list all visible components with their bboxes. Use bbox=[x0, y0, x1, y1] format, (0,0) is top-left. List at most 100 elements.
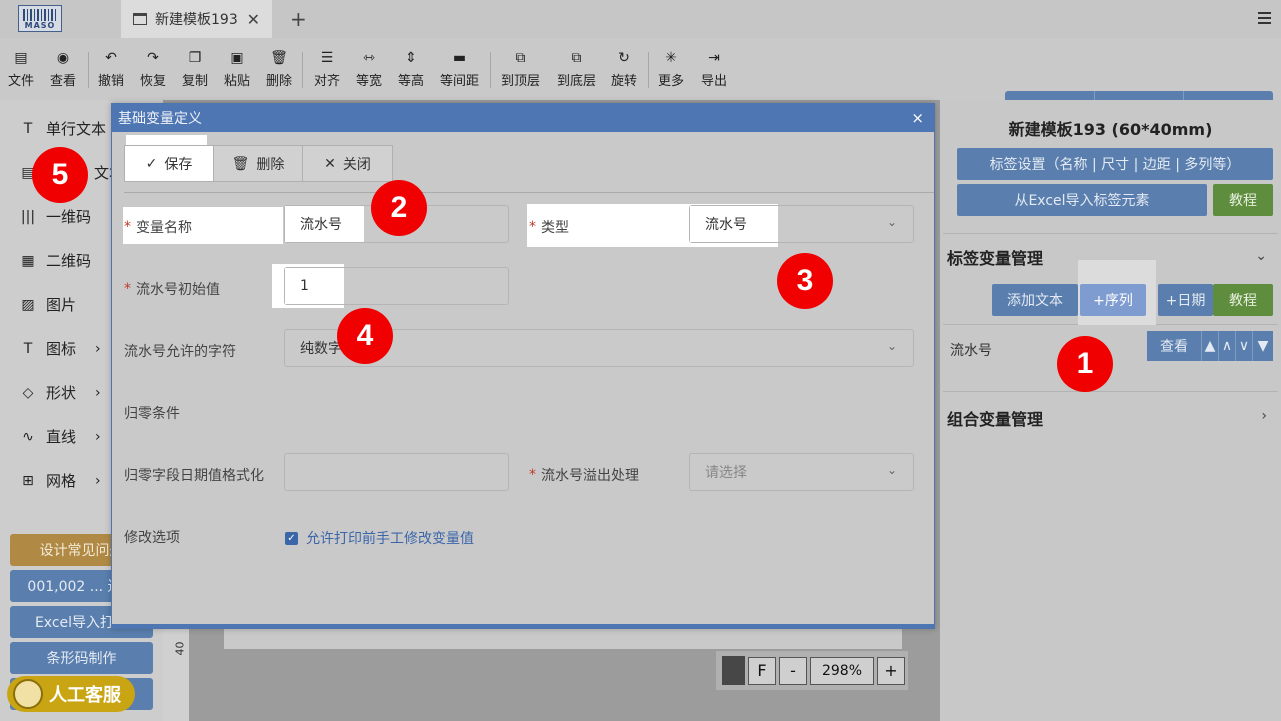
excel-import-button[interactable]: 从Excel导入标签元素 bbox=[957, 184, 1207, 216]
toolbar-delete[interactable]: 🗑 删除 bbox=[266, 50, 292, 89]
reset-condition-label: 归零条件 bbox=[124, 406, 180, 422]
dialog-close-button[interactable]: ✕ 关闭 bbox=[303, 146, 392, 181]
checkbox-checked-icon: ✓ bbox=[285, 531, 298, 545]
init-value-input[interactable]: 1 bbox=[284, 267, 509, 305]
tab-close-icon[interactable]: ✕ bbox=[247, 10, 260, 29]
toolbar-file[interactable]: ▤ 文件 bbox=[8, 50, 34, 89]
toolbar-redo[interactable]: ↷ 恢复 bbox=[140, 50, 166, 89]
toolbar-equal-width[interactable]: ⇿ 等宽 bbox=[356, 50, 382, 89]
type-select[interactable]: 流水号 ⌄ bbox=[689, 205, 914, 243]
add-text-button[interactable]: 添加文本 bbox=[992, 284, 1078, 316]
dialog-save-button[interactable]: ✓ 保存 bbox=[125, 146, 214, 181]
toolbar-more[interactable]: ✳ 更多 bbox=[658, 50, 684, 89]
chevron-right-icon: › bbox=[95, 384, 101, 401]
element-single-line-text[interactable]: T 单行文本 bbox=[20, 118, 106, 139]
move-down-icon[interactable]: ∨ bbox=[1236, 331, 1253, 361]
toolbar-undo[interactable]: ↶ 撤销 bbox=[98, 50, 124, 89]
tutorial-button[interactable]: 教程 bbox=[1213, 184, 1273, 216]
move-top-icon[interactable]: ▲ bbox=[1202, 331, 1219, 361]
color-swatch[interactable] bbox=[722, 656, 745, 685]
chevron-down-icon: ⌄ bbox=[886, 215, 897, 229]
element-shape[interactable]: ◇ 形状 › bbox=[20, 382, 101, 403]
tutorial-button-2[interactable]: 教程 bbox=[1213, 284, 1273, 316]
zoom-in-button[interactable]: + bbox=[877, 656, 905, 685]
divider bbox=[943, 391, 1278, 392]
more-icon: ✳ bbox=[665, 50, 677, 66]
dialog-close-icon[interactable]: × bbox=[911, 109, 924, 127]
label-settings-button[interactable]: 标签设置（名称 | 尺寸 | 边距 | 多列等） bbox=[957, 148, 1273, 180]
date-format-label: 归零字段日期值格式化 bbox=[124, 468, 264, 484]
check-icon: ✓ bbox=[145, 155, 158, 172]
chevron-right-icon[interactable]: › bbox=[1261, 408, 1267, 424]
step-badge-4: 4 bbox=[337, 308, 393, 364]
element-qrcode[interactable]: ▦ 二维码 bbox=[20, 250, 91, 271]
allow-modify-checkbox[interactable]: ✓ 允许打印前手工修改变量值 bbox=[285, 528, 474, 548]
dialog-footer-bar bbox=[112, 624, 934, 628]
toolbar-divider bbox=[490, 52, 491, 88]
group-variable-section[interactable]: 组合变量管理 bbox=[947, 406, 1043, 430]
toolbar: ▤ 文件 ◉ 查看 ↶ 撤销 ↷ 恢复 ❐ 复制 ▣ 粘贴 🗑 删除 ☰ 对齐 ⇿ 等宽 ⇕ 等高 … bbox=[0, 38, 1281, 129]
overflow-select[interactable]: 请选择 ⌄ bbox=[689, 453, 914, 491]
var-name-label: * 变量名称 bbox=[124, 219, 192, 236]
trash-icon: 🗑 bbox=[270, 50, 288, 66]
element-grid[interactable]: ⊞ 网格 › bbox=[20, 470, 100, 491]
variable-item-name[interactable]: 流水号 bbox=[950, 340, 992, 360]
hamburger-menu-icon[interactable] bbox=[1258, 12, 1271, 24]
date-format-input[interactable] bbox=[284, 453, 509, 491]
chevron-down-icon: ⌄ bbox=[886, 463, 897, 477]
image-icon: ▨ bbox=[21, 296, 35, 313]
element-line[interactable]: ∿ 直线 › bbox=[20, 426, 100, 447]
equal-width-icon: ⇿ bbox=[363, 50, 375, 66]
rotate-icon: ↻ bbox=[618, 50, 630, 66]
toolbar-paste[interactable]: ▣ 粘贴 bbox=[224, 50, 250, 89]
text-icon: T bbox=[23, 120, 33, 137]
file-icon: ▤ bbox=[14, 50, 28, 66]
fit-button[interactable]: F bbox=[748, 656, 776, 685]
move-bottom-icon[interactable]: ▼ bbox=[1253, 331, 1273, 361]
qrcode-icon: ▦ bbox=[21, 252, 35, 269]
tab-title: 新建模板193 bbox=[155, 12, 238, 28]
toolbar-equal-spacing[interactable]: ▬ 等间距 bbox=[440, 50, 479, 89]
barcode-make-button[interactable]: 条形码制作 bbox=[10, 642, 153, 674]
step-badge-5: 5 bbox=[32, 147, 88, 203]
label-variable-section[interactable]: 标签变量管理 bbox=[947, 245, 1043, 269]
new-tab-button[interactable]: + bbox=[290, 7, 307, 31]
init-value-label: * 流水号初始值 bbox=[124, 281, 220, 298]
toolbar-export[interactable]: ⇥ 导出 bbox=[701, 50, 727, 89]
element-image[interactable]: ▨ 图片 bbox=[20, 294, 76, 315]
customer-service-button[interactable]: 人工客服 bbox=[7, 676, 135, 712]
toolbar-copy[interactable]: ❐ 复制 bbox=[182, 50, 208, 89]
zoom-out-button[interactable]: - bbox=[779, 656, 807, 685]
copy-icon: ❐ bbox=[188, 50, 202, 66]
toolbar-send-back[interactable]: ⧉ 到底层 bbox=[557, 50, 596, 89]
element-barcode[interactable]: ||| 一维码 bbox=[20, 206, 91, 227]
step-badge-3: 3 bbox=[777, 253, 833, 309]
redo-icon: ↷ bbox=[147, 50, 159, 66]
label-paper[interactable] bbox=[224, 627, 902, 649]
add-date-button[interactable]: +日期 bbox=[1158, 284, 1213, 316]
dialog-delete-button[interactable]: 🗑 删除 bbox=[214, 146, 303, 181]
toolbar-align[interactable]: ☰ 对齐 bbox=[314, 50, 340, 89]
element-icon[interactable]: T 图标 › bbox=[20, 338, 101, 359]
toolbar-rotate[interactable]: ↻ 旋转 bbox=[611, 50, 637, 89]
eye-icon: ◉ bbox=[56, 50, 70, 66]
toolbar-equal-height[interactable]: ⇕ 等高 bbox=[398, 50, 424, 89]
toolbar-bring-front[interactable]: ⧉ 到顶层 bbox=[501, 50, 540, 89]
variable-definition-dialog: 基础变量定义 × ✓ 保存 🗑 删除 ✕ 关闭 * 变量名称 流水号 * 类型 流水号 ⌄… bbox=[111, 103, 935, 629]
chevron-down-icon[interactable]: ⌄ bbox=[1255, 248, 1267, 264]
toolbar-view[interactable]: ◉ 查看 bbox=[50, 50, 76, 89]
tab-template[interactable]: 新建模板193 ✕ bbox=[121, 0, 272, 38]
view-variable-button[interactable]: 查看 bbox=[1147, 331, 1202, 361]
modify-options-label: 修改选项 bbox=[124, 530, 180, 546]
chevron-right-icon: › bbox=[95, 472, 101, 489]
export-icon: ⇥ bbox=[708, 50, 720, 66]
tab-bar: MASO 新建模板193 ✕ + bbox=[0, 0, 1281, 38]
vertical-ruler: 40 bbox=[163, 620, 189, 721]
paste-icon: ▣ bbox=[230, 50, 244, 66]
add-sequence-button[interactable]: +序列 bbox=[1080, 284, 1146, 316]
zoom-level: 298% bbox=[810, 656, 874, 685]
type-label: * 类型 bbox=[529, 219, 569, 236]
barcode-logo-icon bbox=[23, 9, 57, 21]
service-avatar-icon bbox=[13, 679, 43, 709]
move-up-icon[interactable]: ∧ bbox=[1219, 331, 1236, 361]
